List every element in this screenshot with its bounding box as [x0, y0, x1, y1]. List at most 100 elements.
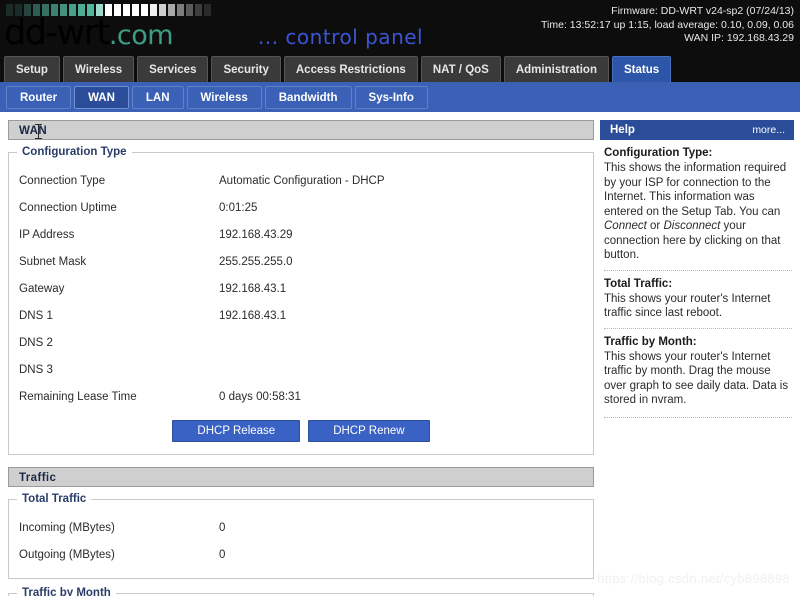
wan-panel-heading: WAN — [8, 120, 594, 140]
main-tab-setup[interactable]: Setup — [4, 56, 60, 82]
help-body-text: This shows the information required by y… — [604, 162, 787, 218]
led-indicator — [150, 4, 157, 16]
dhcp-renew-button[interactable]: DHCP Renew — [308, 420, 430, 442]
help-section: Traffic by Month: This shows your router'… — [604, 327, 792, 415]
main-tab-access-restrictions[interactable]: Access Restrictions — [283, 56, 418, 82]
help-section-body: This shows the information required by y… — [604, 161, 792, 263]
main-tab-security[interactable]: Security — [211, 56, 281, 82]
info-row-label: DNS 3 — [19, 363, 53, 376]
led-indicator — [114, 4, 121, 16]
help-column: Help more... Configuration Type: This sho… — [600, 120, 794, 588]
info-row-label: Gateway — [19, 282, 65, 295]
info-row-value: Automatic Configuration - DHCP — [219, 174, 385, 187]
info-row: DNS 1 192.168.43.1 — [19, 302, 583, 329]
help-body-text: This shows your router's Internet traffi… — [604, 292, 771, 320]
help-divider — [604, 416, 792, 418]
help-body-text: This shows your router's Internet traffi… — [604, 350, 789, 407]
info-row: DNS 3 — [19, 356, 583, 383]
led-indicator — [132, 4, 139, 16]
help-section: Total Traffic: This shows your router's I… — [604, 269, 792, 328]
info-row: Subnet Mask 255.255.255.0 — [19, 248, 583, 275]
configuration-type-title: Configuration Type — [17, 146, 132, 158]
help-section: Configuration Type: This shows the inform… — [604, 147, 792, 270]
info-row-label: Remaining Lease Time — [19, 390, 137, 403]
help-section-title: Traffic by Month: — [604, 335, 697, 348]
main-tab-status[interactable]: Status — [611, 56, 672, 82]
info-row: Outgoing (MBytes) 0 — [19, 541, 583, 568]
total-traffic-title: Total Traffic — [17, 493, 92, 505]
main-tab-administration[interactable]: Administration — [503, 56, 609, 82]
info-row-label: Subnet Mask — [19, 255, 87, 268]
main-tab-nat-qos[interactable]: NAT / QoS — [420, 56, 501, 82]
info-row-value: 0 days 00:58:31 — [219, 390, 301, 403]
total-traffic-rows: Incoming (MBytes) 0 Outgoing (MBytes) 0 — [19, 514, 583, 568]
help-section-title: Total Traffic: — [604, 277, 673, 290]
info-row: Remaining Lease Time 0 days 00:58:31 — [19, 383, 583, 410]
configuration-type-group: Configuration Type Connection Type Automa… — [8, 146, 594, 455]
help-panel-heading: Help more... — [600, 120, 794, 140]
info-row-label: Incoming (MBytes) — [19, 521, 115, 534]
help-panel-body: Configuration Type: This shows the inform… — [600, 140, 794, 418]
primary-navigation: Setup Wireless Services Security Access Rest… — [0, 52, 800, 82]
dhcp-release-button[interactable]: DHCP Release — [172, 420, 301, 442]
site-logo: dd-wrt.com — [4, 13, 174, 52]
info-row-value: 0 — [219, 548, 226, 561]
info-row-label: DNS 1 — [19, 309, 53, 322]
dhcp-button-row: DHCP Release DHCP Renew — [19, 420, 583, 444]
help-body-text: or — [646, 220, 664, 232]
masthead: dd-wrt.com ... control panel Firmware: D… — [0, 0, 800, 52]
info-row: Connection Uptime 0:01:25 — [19, 194, 583, 221]
led-indicator — [186, 4, 193, 16]
logo-tld-text: .com — [108, 20, 174, 51]
info-row-value: 192.168.43.1 — [219, 309, 287, 322]
info-row: Connection Type Automatic Configuration -… — [19, 167, 583, 194]
help-section-body: This shows your router's Internet traffi… — [604, 292, 792, 321]
system-status-summary: Firmware: DD-WRT v24-sp2 (07/24/13) Time… — [541, 5, 794, 46]
led-indicator — [141, 4, 148, 16]
logo-primary-text: dd-wrt — [4, 13, 110, 52]
traffic-panel-heading: Traffic — [8, 467, 594, 487]
sub-tab-wan[interactable]: WAN — [74, 85, 129, 109]
info-row-value: 255.255.255.0 — [219, 255, 293, 268]
logo-tagline: ... control panel — [258, 25, 424, 49]
main-tab-services[interactable]: Services — [137, 56, 209, 82]
info-row-label: Connection Uptime — [19, 201, 117, 214]
sub-tab-lan[interactable]: LAN — [131, 85, 184, 109]
led-indicator — [195, 4, 202, 16]
main-tab-wireless[interactable]: Wireless — [62, 56, 135, 82]
secondary-navigation: Router WAN LAN Wireless Bandwidth Sys-Info — [0, 82, 800, 112]
wan-panel-title: WAN — [19, 125, 48, 137]
sub-tab-wireless[interactable]: Wireless — [186, 85, 262, 109]
info-row-value: 192.168.43.1 — [219, 282, 287, 295]
info-row-label: Connection Type — [19, 174, 106, 187]
info-row-label: Outgoing (MBytes) — [19, 548, 115, 561]
help-section-title: Configuration Type: — [604, 147, 713, 159]
led-indicator — [177, 4, 184, 16]
traffic-by-month-title: Traffic by Month — [17, 587, 116, 596]
sub-tab-router[interactable]: Router — [6, 85, 72, 109]
sub-tab-bandwidth[interactable]: Bandwidth — [264, 85, 352, 109]
info-row: DNS 2 — [19, 329, 583, 356]
led-indicator — [168, 4, 175, 16]
led-indicator — [123, 4, 130, 16]
wan-ip-text: WAN IP: 192.168.43.29 — [684, 32, 794, 44]
main-content-column: WAN Configuration Type Connection Type Au… — [8, 120, 594, 596]
system-time-load-text: Time: 13:52:17 up 1:15, load average: 0.… — [541, 18, 794, 31]
help-emphasis-disconnect: Disconnect — [663, 220, 721, 232]
info-row-label: IP Address — [19, 228, 75, 241]
sub-tab-sys-info[interactable]: Sys-Info — [354, 85, 428, 109]
help-section-body: This shows your router's Internet traffi… — [604, 350, 792, 408]
info-row-value: 192.168.43.29 — [219, 228, 293, 241]
info-row-value: 0 — [219, 521, 226, 534]
led-indicator — [204, 4, 211, 16]
help-emphasis-connect: Connect — [604, 220, 647, 232]
info-row-value: 0:01:25 — [219, 201, 258, 214]
led-indicator — [159, 4, 166, 16]
help-more-link[interactable]: more... — [752, 124, 785, 136]
help-title: Help — [610, 124, 635, 136]
traffic-panel-title: Traffic — [19, 472, 57, 484]
page-body: WAN Configuration Type Connection Type Au… — [0, 112, 800, 596]
firmware-version-text: Firmware: DD-WRT v24-sp2 (07/24/13) — [611, 5, 794, 17]
info-row: IP Address 192.168.43.29 — [19, 221, 583, 248]
configuration-rows: Connection Type Automatic Configuration -… — [19, 167, 583, 410]
